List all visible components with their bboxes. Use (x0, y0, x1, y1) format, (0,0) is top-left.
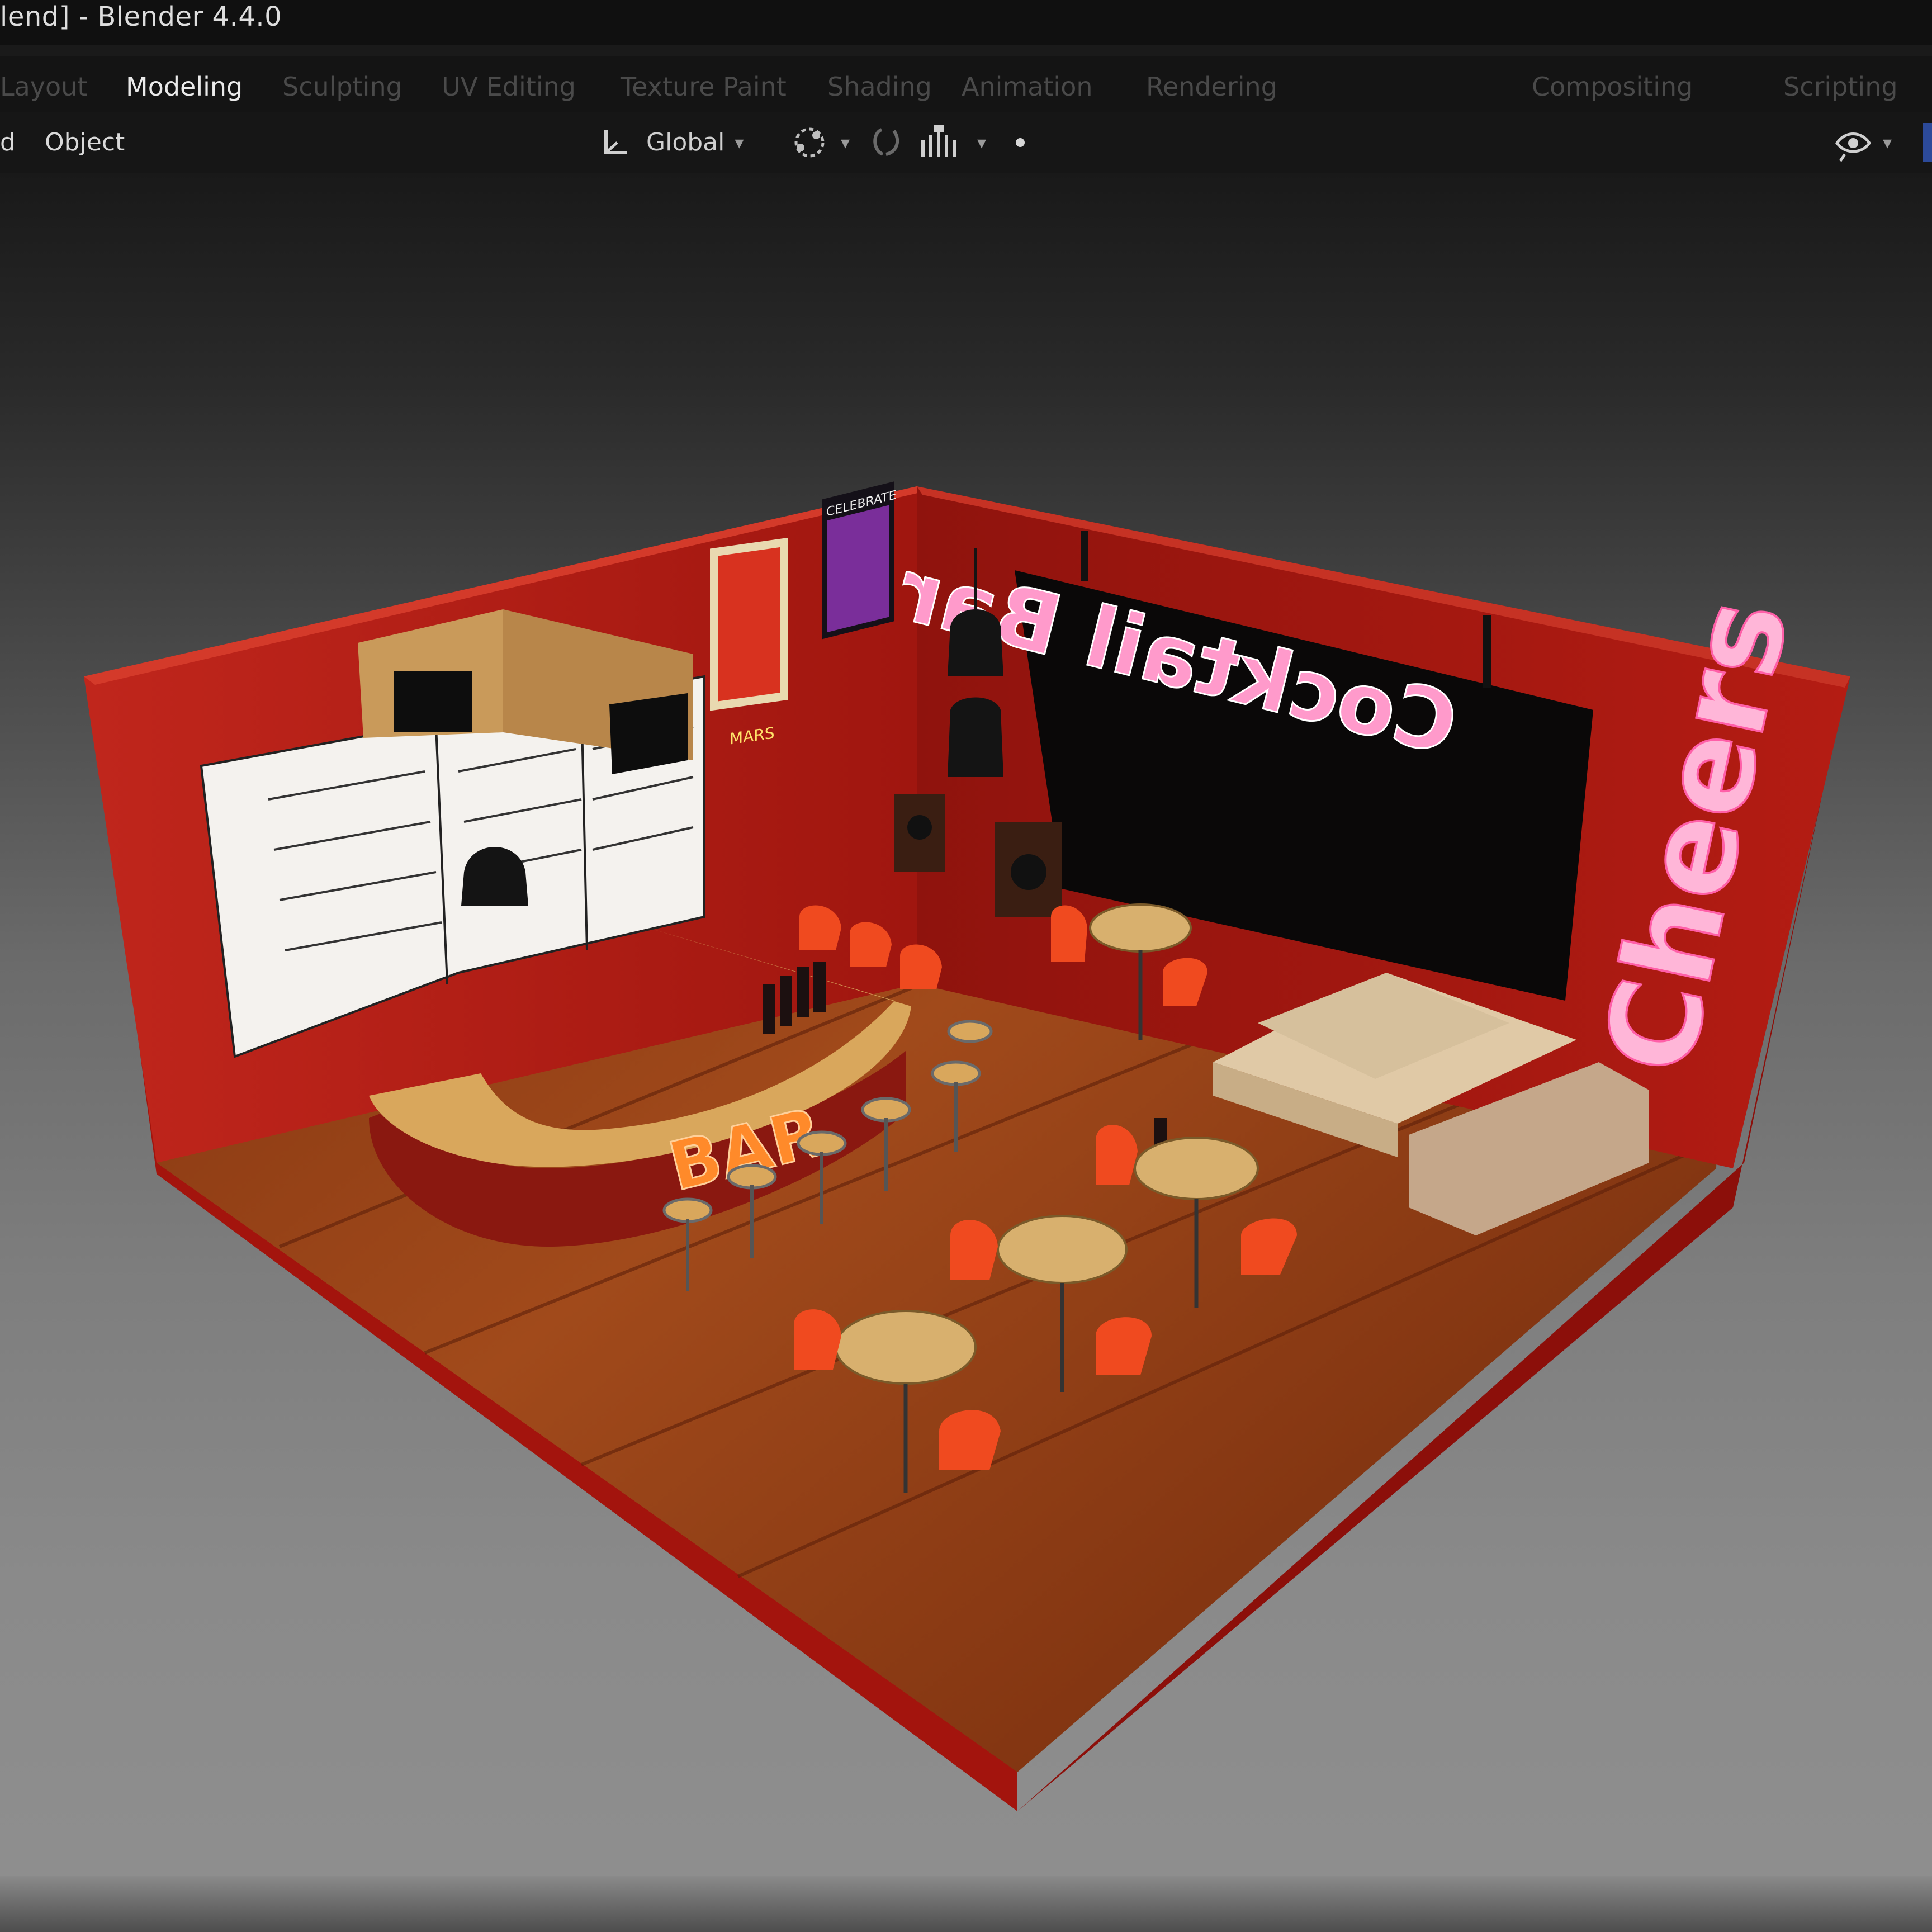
tv-right (609, 693, 688, 774)
tv-left (394, 671, 472, 732)
bar-scene-render[interactable]: Cocktail Bar Cheers MARS CELEBRATE BAR (0, 0, 1932, 1932)
poster-right: CELEBRATE (822, 481, 897, 640)
